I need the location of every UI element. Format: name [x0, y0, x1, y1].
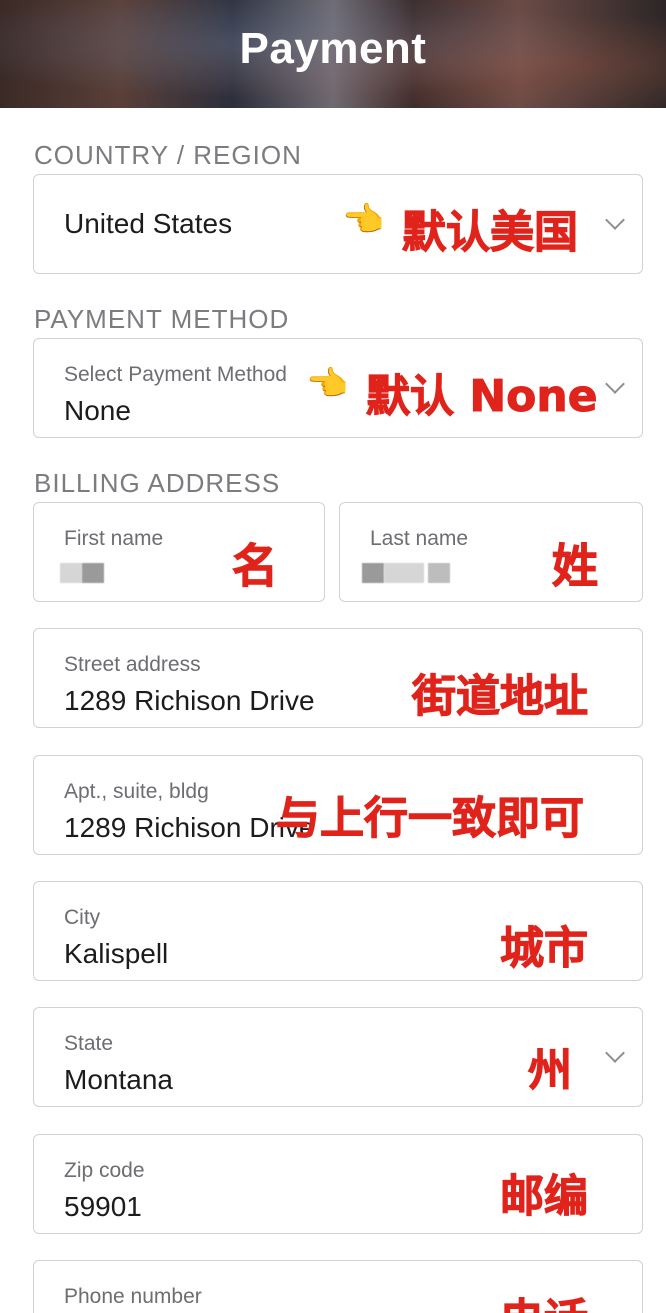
annotation-apt: 与上行一致即可	[276, 793, 585, 845]
annotation-zip: 邮编	[500, 1171, 589, 1223]
state-label: State	[64, 1032, 114, 1055]
header-bar: Payment	[0, 0, 666, 108]
country-value: United States	[64, 208, 233, 239]
pointing-hand-icon: 👈	[306, 365, 349, 403]
phone-number-label: Phone number	[64, 1285, 202, 1308]
apt-suite-label: Apt., suite, bldg	[64, 780, 209, 803]
chevron-down-icon	[605, 374, 625, 394]
chevron-down-icon	[605, 210, 625, 230]
annotation-phone: 电话	[500, 1284, 588, 1313]
city-value: Kalispell	[64, 938, 169, 969]
payment-method-value: None	[64, 395, 131, 426]
payment-method-label: Select Payment Method	[64, 363, 287, 386]
annotation-first-name: 名	[232, 539, 279, 594]
redacted-text	[82, 563, 104, 583]
city-label: City	[64, 906, 101, 929]
redacted-text	[384, 563, 424, 583]
annotation-state: 州	[528, 1045, 573, 1097]
redacted-text	[60, 563, 82, 583]
section-label-billing: BILLING ADDRESS	[34, 468, 281, 498]
annotation-payment: 默认 None	[366, 371, 599, 423]
first-name-field[interactable]: First name	[33, 502, 325, 602]
annotation-street: 街道地址	[412, 671, 589, 723]
state-value: Montana	[64, 1064, 173, 1095]
last-name-label: Last name	[370, 527, 469, 550]
page-title: Payment	[239, 24, 427, 73]
zip-code-value: 59901	[64, 1191, 142, 1222]
annotation-city: 城市	[500, 923, 589, 975]
annotation-country: 默认美国	[402, 207, 579, 259]
pointing-hand-icon: 👈	[342, 201, 385, 239]
street-address-value: 1289 Richison Drive	[64, 685, 315, 716]
redacted-text	[428, 563, 450, 583]
annotation-last-name: 姓	[552, 539, 599, 594]
section-label-payment: PAYMENT METHOD	[34, 304, 290, 334]
zip-code-label: Zip code	[64, 1159, 145, 1182]
redacted-text	[362, 563, 384, 583]
section-label-country: COUNTRY / REGION	[34, 140, 302, 170]
street-address-label: Street address	[64, 653, 201, 676]
first-name-label: First name	[64, 527, 164, 550]
chevron-down-icon	[605, 1043, 625, 1063]
